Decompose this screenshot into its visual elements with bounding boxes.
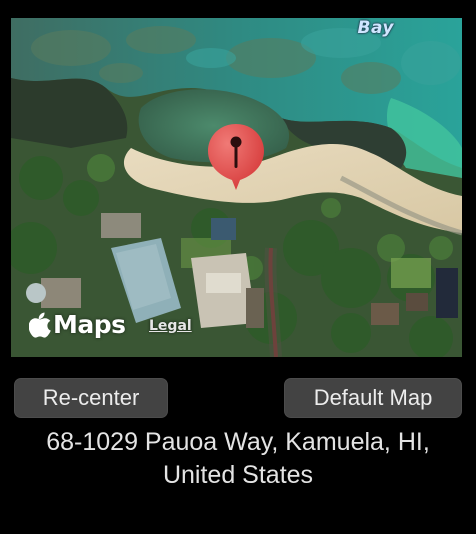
legal-link[interactable]: Legal [149,318,192,334]
map-pin-icon[interactable] [207,122,265,192]
address-line-2: United States [162,461,314,489]
default-map-button[interactable]: Default Map [284,378,462,418]
address-line-1: 68-1029 Pauoa Way, Kamuela, HI, [46,428,430,456]
location-preview-panel: Bay Maps Legal Re-center Default Map 68-… [0,0,476,534]
satellite-map[interactable]: Bay Maps Legal [11,18,462,357]
address-text: 68-1029 Pauoa Way, Kamuela, HI, United S… [0,426,476,492]
apple-logo-icon [29,312,51,338]
recenter-button[interactable]: Re-center [14,378,168,418]
maps-brand-text: Maps [53,310,126,339]
maps-brand-logo: Maps [29,310,126,339]
bay-label: Bay [357,18,394,38]
